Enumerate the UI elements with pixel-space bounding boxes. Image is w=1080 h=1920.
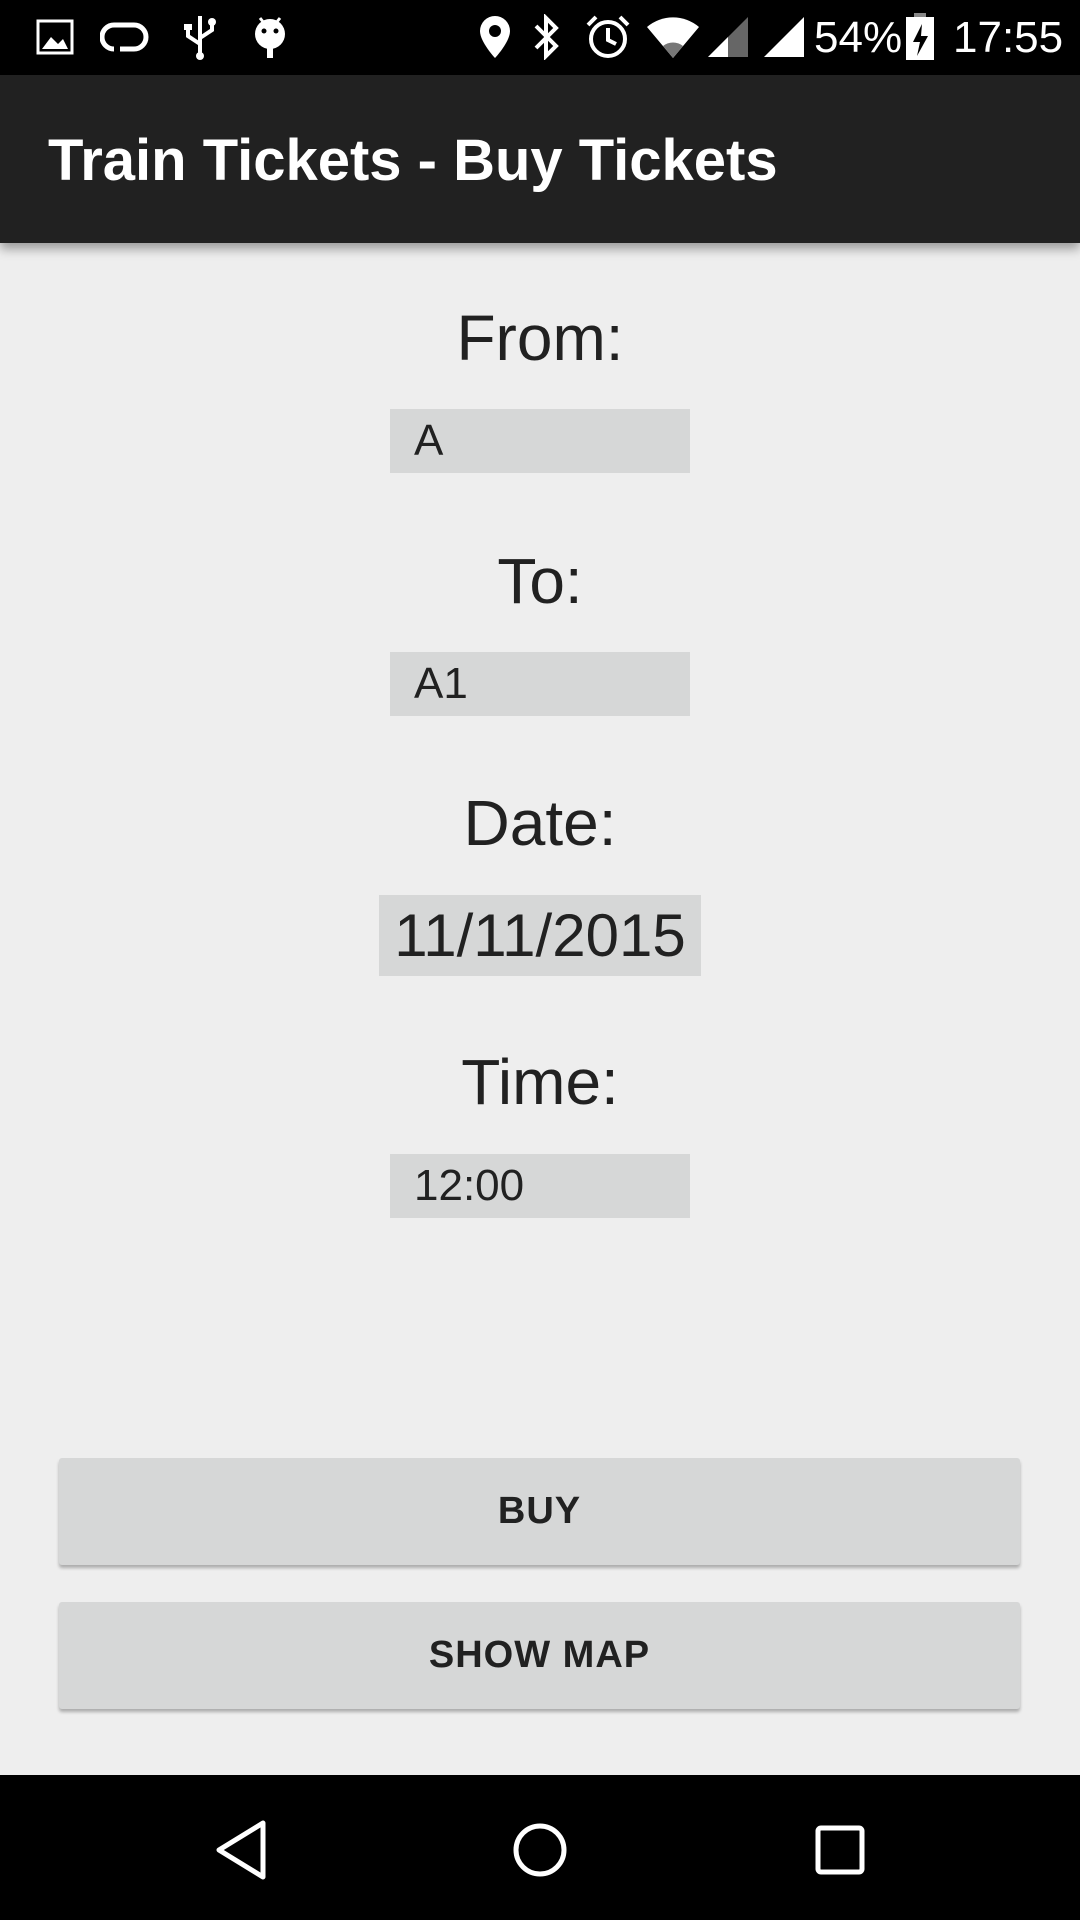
time-label: Time: [461,1046,619,1118]
back-icon[interactable] [201,1815,281,1885]
home-icon[interactable] [500,1815,580,1885]
to-value: A1 [414,659,468,708]
from-label: From: [456,302,624,374]
from-value: A [414,416,444,465]
buy-button[interactable]: BUY [59,1458,1020,1565]
navigation-bar [0,1775,1080,1920]
from-field[interactable]: A [390,409,690,473]
bluetooth-icon [532,12,562,62]
location-icon [478,12,512,62]
battery-percent: 54% [814,13,903,62]
show-map-button[interactable]: SHOW MAP [59,1602,1020,1709]
app-title: Train Tickets - Buy Tickets [48,128,778,193]
date-label: Date: [463,787,617,859]
image-icon [35,12,75,62]
date-field[interactable]: 11/11/2015 [379,895,701,976]
alarm-icon [584,12,632,62]
time-value: 12:00 [414,1161,525,1210]
status-bar: 54% 17:55 [0,0,1080,75]
usb-icon [180,12,220,62]
cell-signal-icon [762,12,806,62]
battery-charging-icon [904,12,936,62]
to-field[interactable]: A1 [390,652,690,716]
time-field[interactable]: 12:00 [390,1154,690,1218]
wifi-icon [646,12,700,62]
clock: 17:55 [953,13,1064,62]
cell-signal-icon [706,12,750,62]
android-debug-icon [250,12,290,62]
recents-icon[interactable] [800,1815,880,1885]
app-bar: Train Tickets - Buy Tickets [0,75,1080,243]
sync-icon [100,12,150,62]
date-value: 11/11/2015 [394,902,686,969]
to-label: To: [497,545,583,617]
